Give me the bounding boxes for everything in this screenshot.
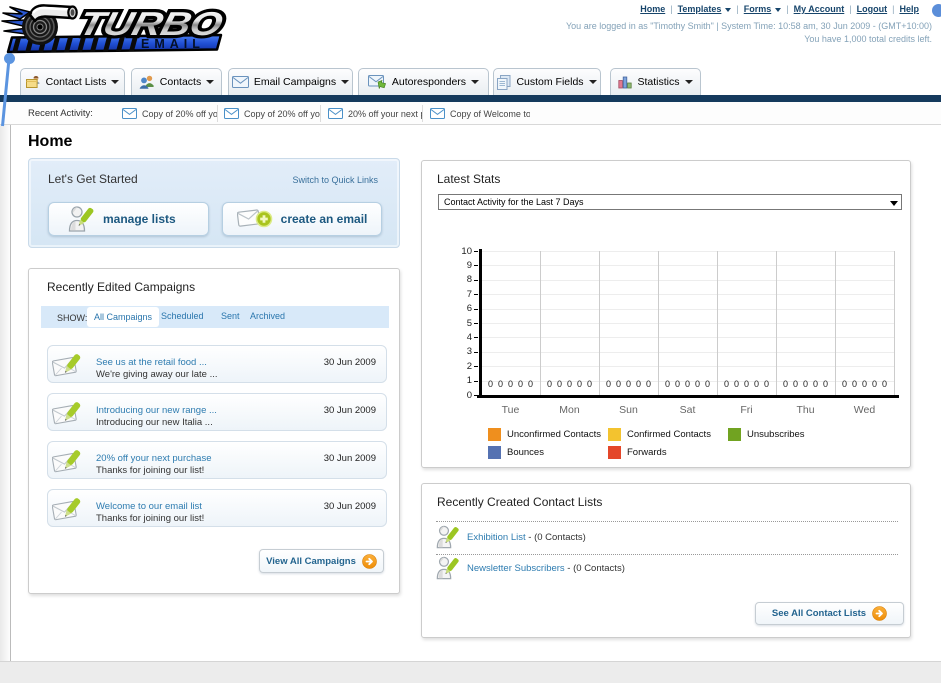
svg-text:TURBO: TURBO: [75, 5, 226, 42]
